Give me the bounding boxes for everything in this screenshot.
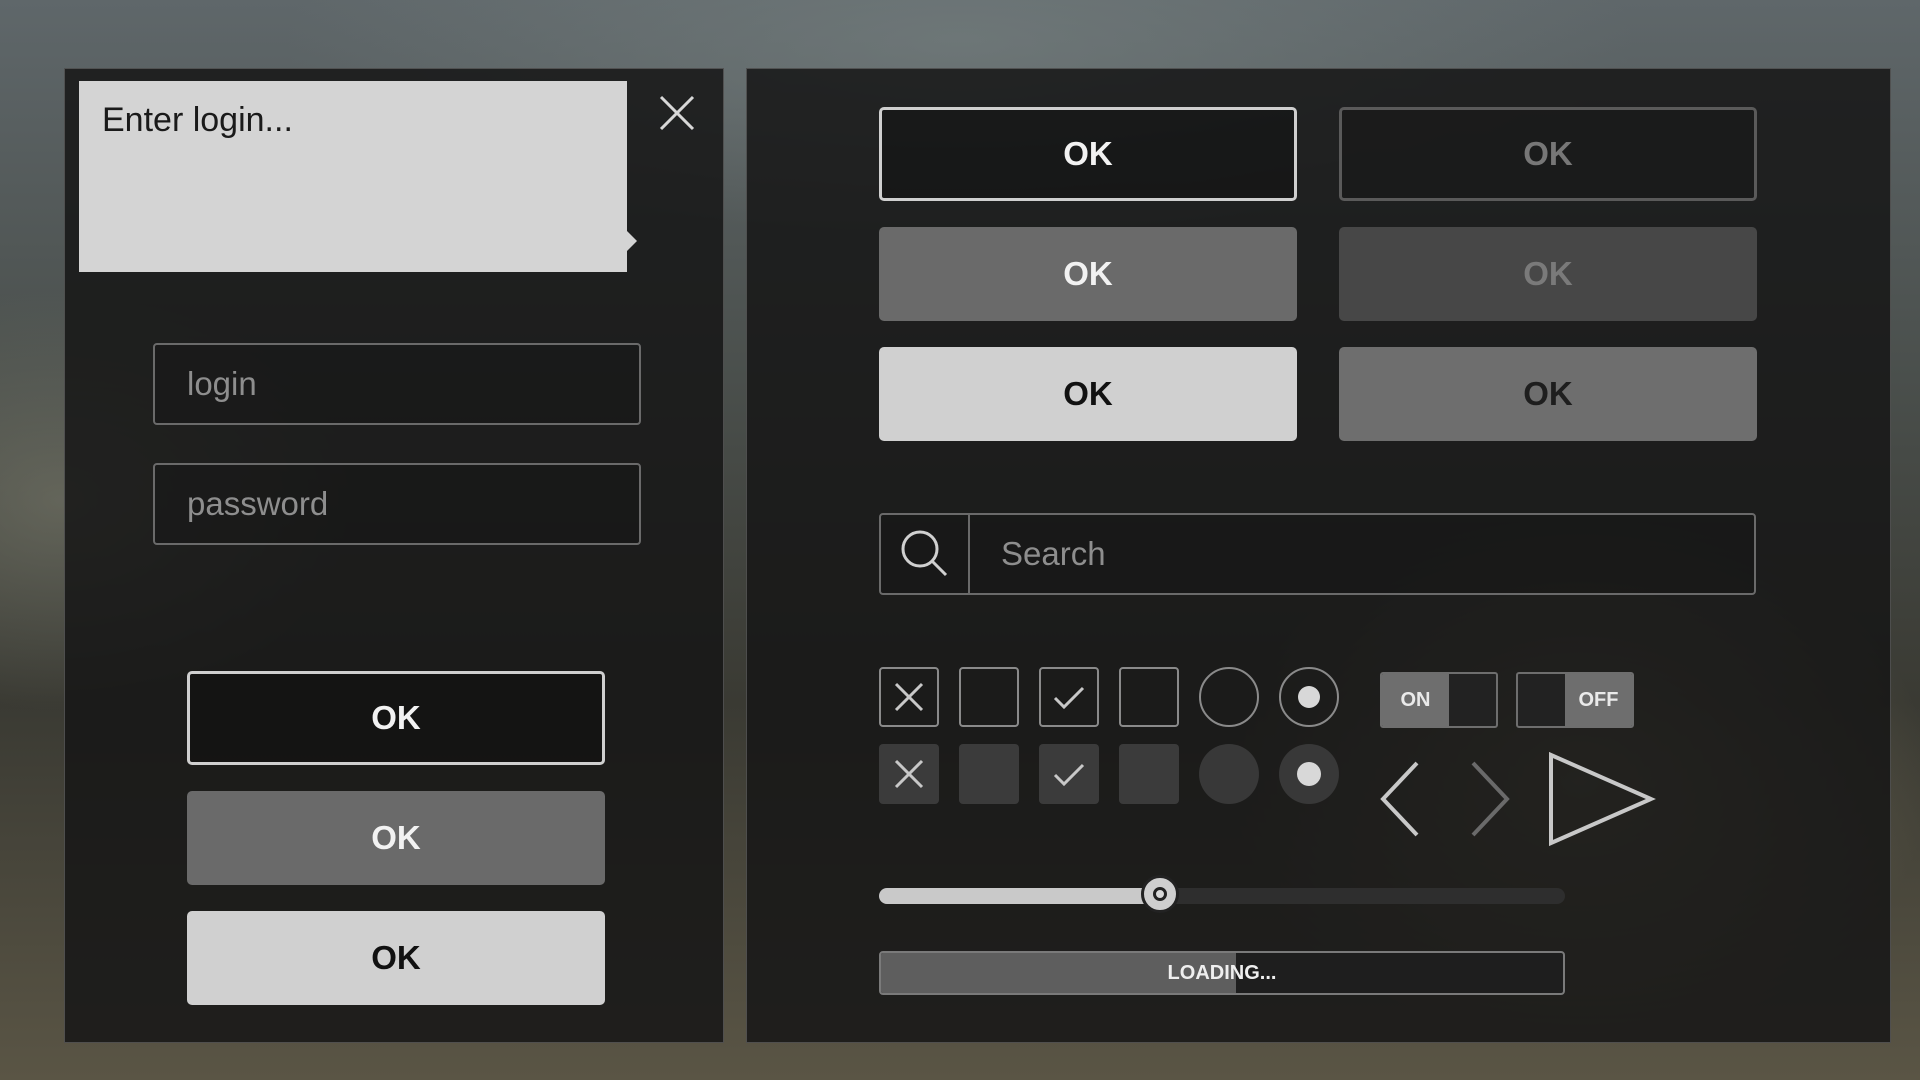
ok-button-outline[interactable]: OK <box>187 671 605 765</box>
radio-selected-outline[interactable] <box>1279 667 1339 727</box>
radio-empty-outline[interactable] <box>1199 667 1259 727</box>
login-field[interactable]: login <box>153 343 641 425</box>
ok-button-label: OK <box>1063 135 1113 172</box>
checkbox-empty-filled[interactable] <box>1119 744 1179 804</box>
checkbox-checked-outline[interactable] <box>1039 667 1099 727</box>
check-mark-icon <box>1053 686 1085 710</box>
x-mark-icon <box>894 682 924 712</box>
ok-button-gray[interactable]: OK <box>879 227 1297 321</box>
password-placeholder: password <box>187 485 329 522</box>
radio-dot-icon <box>1298 686 1320 708</box>
play-icon[interactable] <box>1547 751 1657 847</box>
ok-button-label: OK <box>1523 135 1573 172</box>
checkbox-empty-filled[interactable] <box>959 744 1019 804</box>
ok-button-outline-disabled: OK <box>1339 107 1757 201</box>
radio-empty-filled[interactable] <box>1199 744 1259 804</box>
toggle-off[interactable]: OFF <box>1516 672 1634 728</box>
chevron-right-icon[interactable] <box>1463 757 1515 841</box>
slider-fill <box>879 888 1161 904</box>
controls-panel: OK OK OK OK OK OK Search ON OFF LOADING.… <box>746 68 1891 1043</box>
ok-button-label: OK <box>1523 375 1573 412</box>
ok-button-gray-disabled: OK <box>1339 227 1757 321</box>
checkbox-x-outline[interactable] <box>879 667 939 727</box>
ok-button-light[interactable]: OK <box>187 911 605 1005</box>
toggle-off-label: OFF <box>1565 674 1632 726</box>
login-placeholder: login <box>187 365 257 402</box>
password-field[interactable]: password <box>153 463 641 545</box>
search-placeholder: Search <box>1001 535 1106 572</box>
tooltip-pointer <box>627 231 637 251</box>
tooltip-text: Enter login... <box>102 101 293 139</box>
toggle-on-label: ON <box>1382 674 1449 726</box>
progress-bar: LOADING... <box>879 951 1565 995</box>
search-icon[interactable] <box>881 515 970 593</box>
ok-button-label: OK <box>371 819 421 856</box>
ok-button-mid[interactable]: OK <box>1339 347 1757 441</box>
search-field[interactable]: Search <box>879 513 1756 595</box>
slider-thumb[interactable] <box>1141 875 1180 913</box>
check-mark-icon <box>1053 763 1085 787</box>
ok-button-label: OK <box>371 699 421 736</box>
ok-button-light[interactable]: OK <box>879 347 1297 441</box>
close-icon[interactable] <box>657 93 697 133</box>
ok-button-label: OK <box>1523 255 1573 292</box>
checkbox-checked-filled[interactable] <box>1039 744 1099 804</box>
checkbox-x-filled[interactable] <box>879 744 939 804</box>
slider[interactable] <box>879 875 1565 913</box>
login-tooltip: Enter login... <box>79 81 627 272</box>
radio-selected-filled[interactable] <box>1279 744 1339 804</box>
ok-button-outline[interactable]: OK <box>879 107 1297 201</box>
ok-button-label: OK <box>1063 375 1113 412</box>
ok-button-label: OK <box>1063 255 1113 292</box>
chevron-left-icon[interactable] <box>1375 757 1427 841</box>
progress-text: LOADING... <box>1167 962 1277 984</box>
login-panel: Enter login... login password OK OK OK <box>64 68 724 1043</box>
ok-button-label: OK <box>371 939 421 976</box>
checkbox-empty-outline[interactable] <box>959 667 1019 727</box>
slider-thumb-center <box>1153 887 1168 901</box>
ok-button-gray[interactable]: OK <box>187 791 605 885</box>
checkbox-empty-outline[interactable] <box>1119 667 1179 727</box>
x-mark-icon <box>894 759 924 789</box>
toggle-on[interactable]: ON <box>1380 672 1498 728</box>
radio-dot-icon <box>1297 762 1321 786</box>
